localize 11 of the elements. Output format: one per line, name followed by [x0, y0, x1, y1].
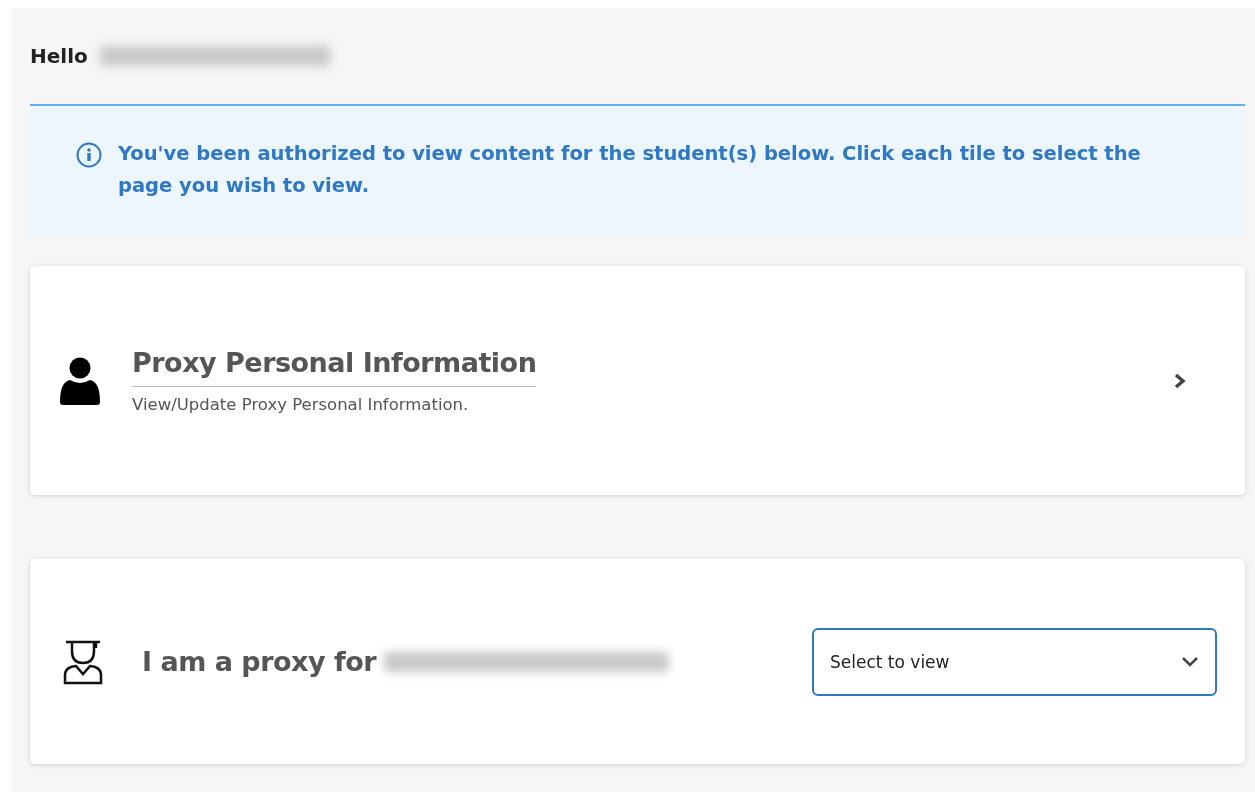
- info-icon: [76, 142, 102, 168]
- tile-subtitle: View/Update Proxy Personal Information.: [132, 395, 470, 414]
- select-dropdown[interactable]: Select to view: [812, 627, 1217, 696]
- person-icon: [58, 356, 102, 405]
- notice-text: You've been authorized to view content for the student(s) below. Click each tile to select the page you wish to view.: [118, 141, 1142, 199]
- tile-title[interactable]: Proxy Personal Information: [132, 347, 537, 378]
- greeting-text: Hello: [30, 44, 88, 68]
- chevron-right-icon[interactable]: [1173, 371, 1187, 390]
- tile-title: I am a proxy for: [142, 646, 377, 677]
- chevron-down-icon: [1181, 655, 1199, 668]
- graduate-icon: [62, 638, 104, 685]
